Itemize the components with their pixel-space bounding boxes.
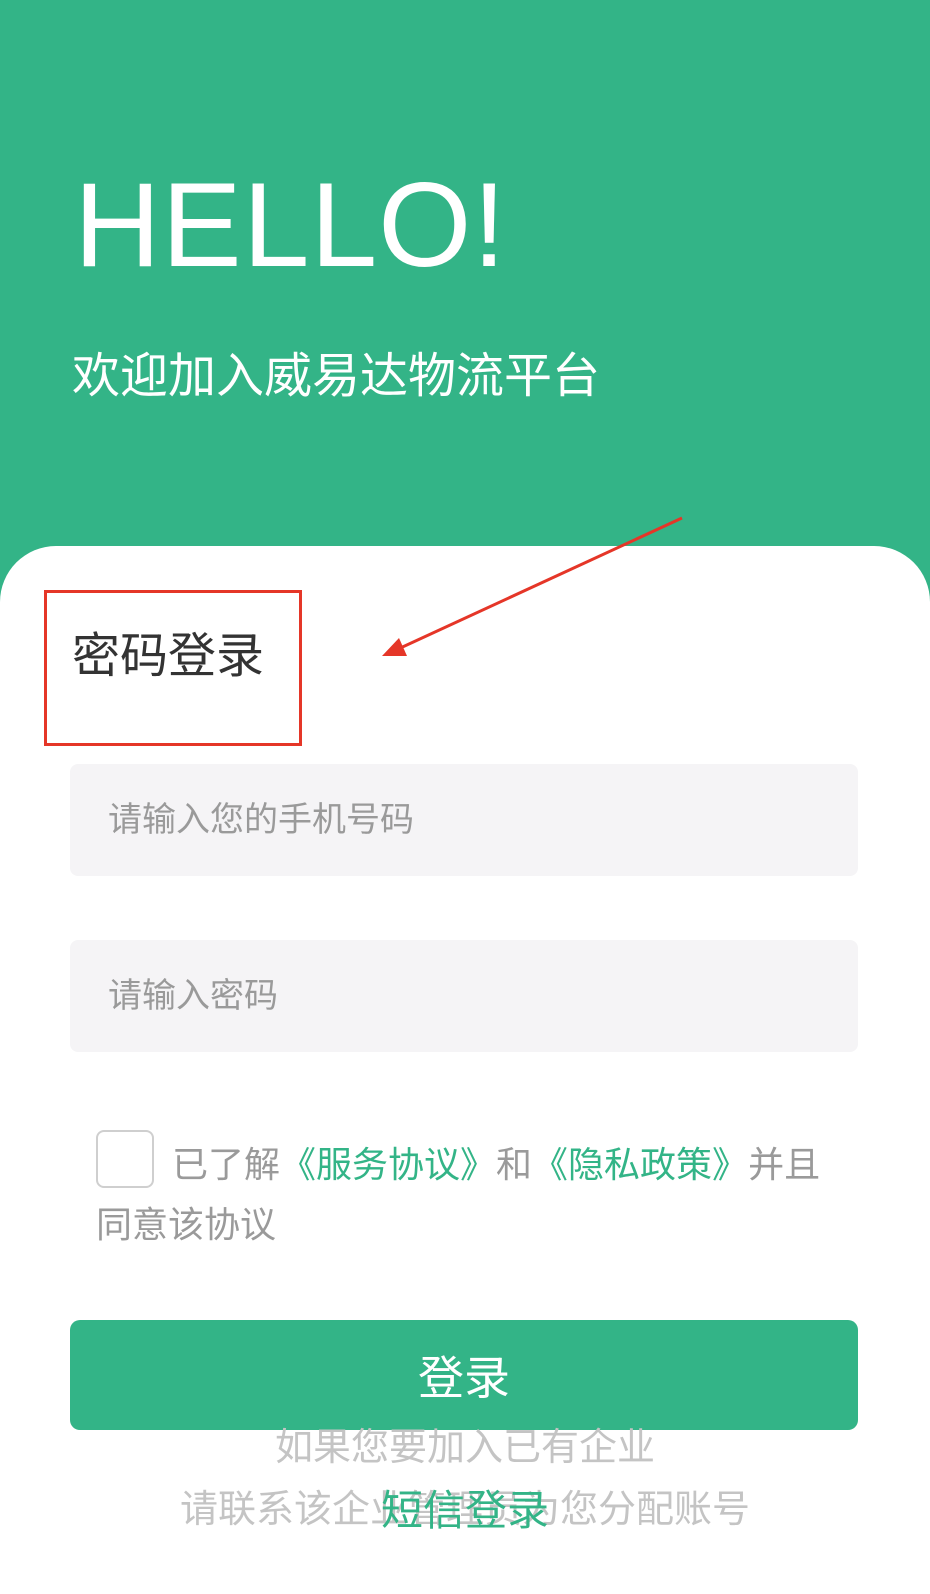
service-agreement-link[interactable]: 《服务协议》 bbox=[280, 1145, 496, 1186]
agreement-text: 已了解《服务协议》和《隐私政策》并且同意该协议 bbox=[96, 1136, 840, 1256]
annotation-highlight-box bbox=[44, 590, 302, 746]
login-button[interactable]: 登录 bbox=[70, 1320, 858, 1430]
agreement-and: 和 bbox=[496, 1145, 533, 1186]
enterprise-note-line-1: 如果您要加入已有企业 bbox=[274, 1425, 655, 1469]
hero-header: HELLO! 欢迎加入威易达物流平台 bbox=[0, 0, 930, 600]
privacy-policy-link[interactable]: 《隐私政策》 bbox=[532, 1145, 748, 1186]
welcome-text: 欢迎加入威易达物流平台 bbox=[72, 348, 601, 404]
agreement-prefix: 已了解 bbox=[172, 1145, 281, 1186]
sms-login-link[interactable]: 短信登录 bbox=[0, 1486, 930, 1536]
phone-input[interactable] bbox=[70, 764, 858, 876]
hello-heading: HELLO! bbox=[74, 158, 507, 292]
password-input[interactable] bbox=[70, 940, 858, 1052]
